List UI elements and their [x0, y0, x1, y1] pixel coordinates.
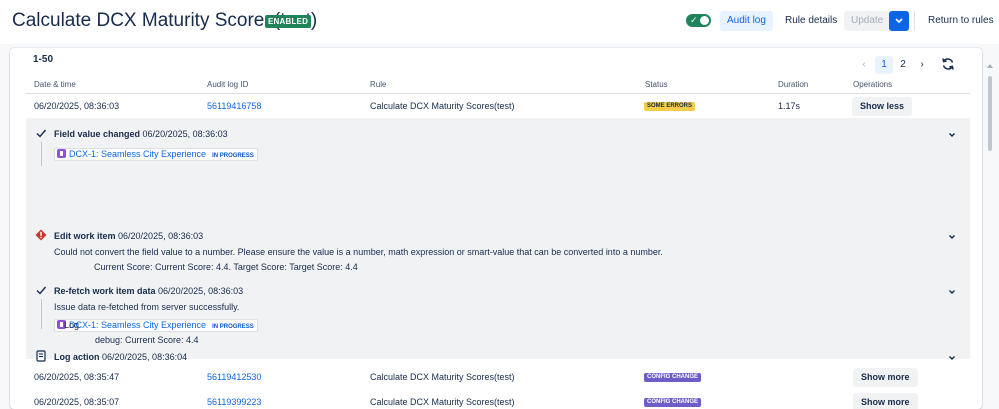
table-row: 06/20/2025, 08:35:47 56119412530 Calcula… — [26, 365, 970, 389]
column-status: Status — [645, 80, 668, 89]
row-duration: 1.17s — [778, 101, 801, 111]
refresh-icon[interactable] — [941, 57, 955, 71]
show-less-button[interactable]: Show less — [852, 97, 913, 116]
row-rule: Calculate DCX Maturity Scores(test) — [370, 397, 515, 407]
issue-card[interactable]: DCX-1: Seamless City Experience IN PROGRE… — [54, 148, 258, 161]
status-lozenge: CONFIG CHANGE — [644, 373, 701, 382]
toggle-knob — [700, 16, 709, 25]
update-button[interactable]: Update — [844, 11, 891, 31]
scrollbar-thumb[interactable] — [988, 76, 992, 151]
result-range: 1-50 — [33, 54, 54, 65]
issue-card[interactable]: DCX-1: Seamless City Experience IN PROGRE… — [54, 319, 258, 332]
status-lozenge: CONFIG CHANGE — [644, 398, 701, 407]
entry-title: Field value changed 06/20/2025, 08:36:03 — [54, 129, 228, 139]
entry-message: Issue data re-fetched from server succes… — [54, 302, 240, 312]
header-divider — [914, 11, 915, 31]
issue-status: IN PROGRESS — [212, 153, 254, 159]
entry-message: Could not convert the field value to a n… — [54, 247, 663, 257]
row-date: 06/20/2025, 08:35:47 — [34, 372, 120, 382]
status-lozenge: SOME ERRORS — [644, 102, 696, 111]
check-icon: ✓ — [690, 15, 698, 25]
pagination-prev-button[interactable]: ‹ — [858, 56, 870, 74]
column-operations: Operations — [853, 80, 893, 89]
page-header: Calculate DCX Maturity Scores(test) ENAB… — [0, 0, 999, 44]
issue-link[interactable]: DCX-1: Seamless City Experience — [69, 149, 206, 159]
entry-detail: debug: Current Score: 4.4 — [95, 335, 199, 345]
pagination-page-1[interactable]: 1 — [875, 56, 893, 74]
rule-details-button[interactable]: Rule details — [778, 11, 844, 31]
column-date: Date & time — [34, 80, 76, 89]
table-header: Date & time Audit log ID Rule Status Dur… — [26, 80, 970, 94]
show-more-button[interactable]: Show more — [853, 393, 918, 409]
entry-title: Re-fetch work item data 06/20/2025, 08:3… — [54, 286, 244, 296]
column-rule: Rule — [370, 80, 387, 89]
row-audit-id-link[interactable]: 56119416758 — [207, 94, 261, 118]
show-more-button[interactable]: Show more — [853, 368, 918, 387]
column-duration: Duration — [778, 80, 809, 89]
timeline-line — [41, 299, 42, 329]
table-row: 06/20/2025, 08:35:07 56119399223 Calcula… — [26, 390, 970, 409]
column-id: Audit log ID — [207, 80, 249, 89]
update-dropdown-button[interactable] — [889, 11, 909, 31]
row-rule: Calculate DCX Maturity Scores(test) — [370, 101, 515, 111]
epic-icon — [57, 149, 66, 158]
scroll-up-arrow[interactable] — [987, 64, 993, 68]
chevron-down-icon[interactable] — [948, 131, 956, 139]
issue-status: IN PROGRESS — [212, 324, 254, 330]
entry-title: Log action 06/20/2025, 08:36:04 — [54, 352, 188, 362]
audit-log-button[interactable]: Audit log — [720, 11, 773, 31]
return-to-rules-button[interactable]: Return to rules — [921, 11, 999, 31]
error-icon — [35, 229, 47, 241]
check-icon — [36, 129, 47, 138]
rule-enabled-toggle[interactable]: ✓ — [686, 14, 711, 27]
chevron-down-icon[interactable] — [948, 288, 956, 296]
pagination-next-button[interactable]: › — [916, 56, 928, 74]
table-row: 06/20/2025, 08:36:03 56119416758 Calcula… — [26, 94, 970, 118]
entry-title: Edit work item 06/20/2025, 08:36:03 — [54, 231, 204, 241]
audit-log-panel: 1-50 ‹ 1 2 › Date & time Audit log ID Ru… — [10, 48, 982, 409]
log-icon — [36, 350, 46, 362]
status-badge: ENABLED — [265, 15, 312, 28]
timeline-line — [41, 142, 42, 166]
scrollbar[interactable] — [986, 62, 994, 409]
row-date: 06/20/2025, 08:35:07 — [34, 397, 120, 407]
row-date: 06/20/2025, 08:36:03 — [34, 101, 120, 111]
row-audit-id-link[interactable]: 56119399223 — [207, 390, 261, 409]
entry-message: Log — [64, 320, 80, 330]
issue-link[interactable]: DCX-1: Seamless City Experience — [69, 320, 206, 330]
check-icon — [36, 286, 47, 295]
audit-details: Field value changed 06/20/2025, 08:36:03… — [26, 118, 970, 362]
entry-detail: Current Score: Current Score: 4.4. Targe… — [94, 262, 358, 272]
pagination-page-2[interactable]: 2 — [895, 56, 911, 74]
row-rule: Calculate DCX Maturity Scores(test) — [370, 372, 515, 382]
chevron-down-icon[interactable] — [948, 354, 956, 362]
chevron-down-icon[interactable] — [948, 233, 956, 241]
chevron-down-icon — [895, 18, 903, 24]
row-audit-id-link[interactable]: 56119412530 — [207, 365, 261, 389]
